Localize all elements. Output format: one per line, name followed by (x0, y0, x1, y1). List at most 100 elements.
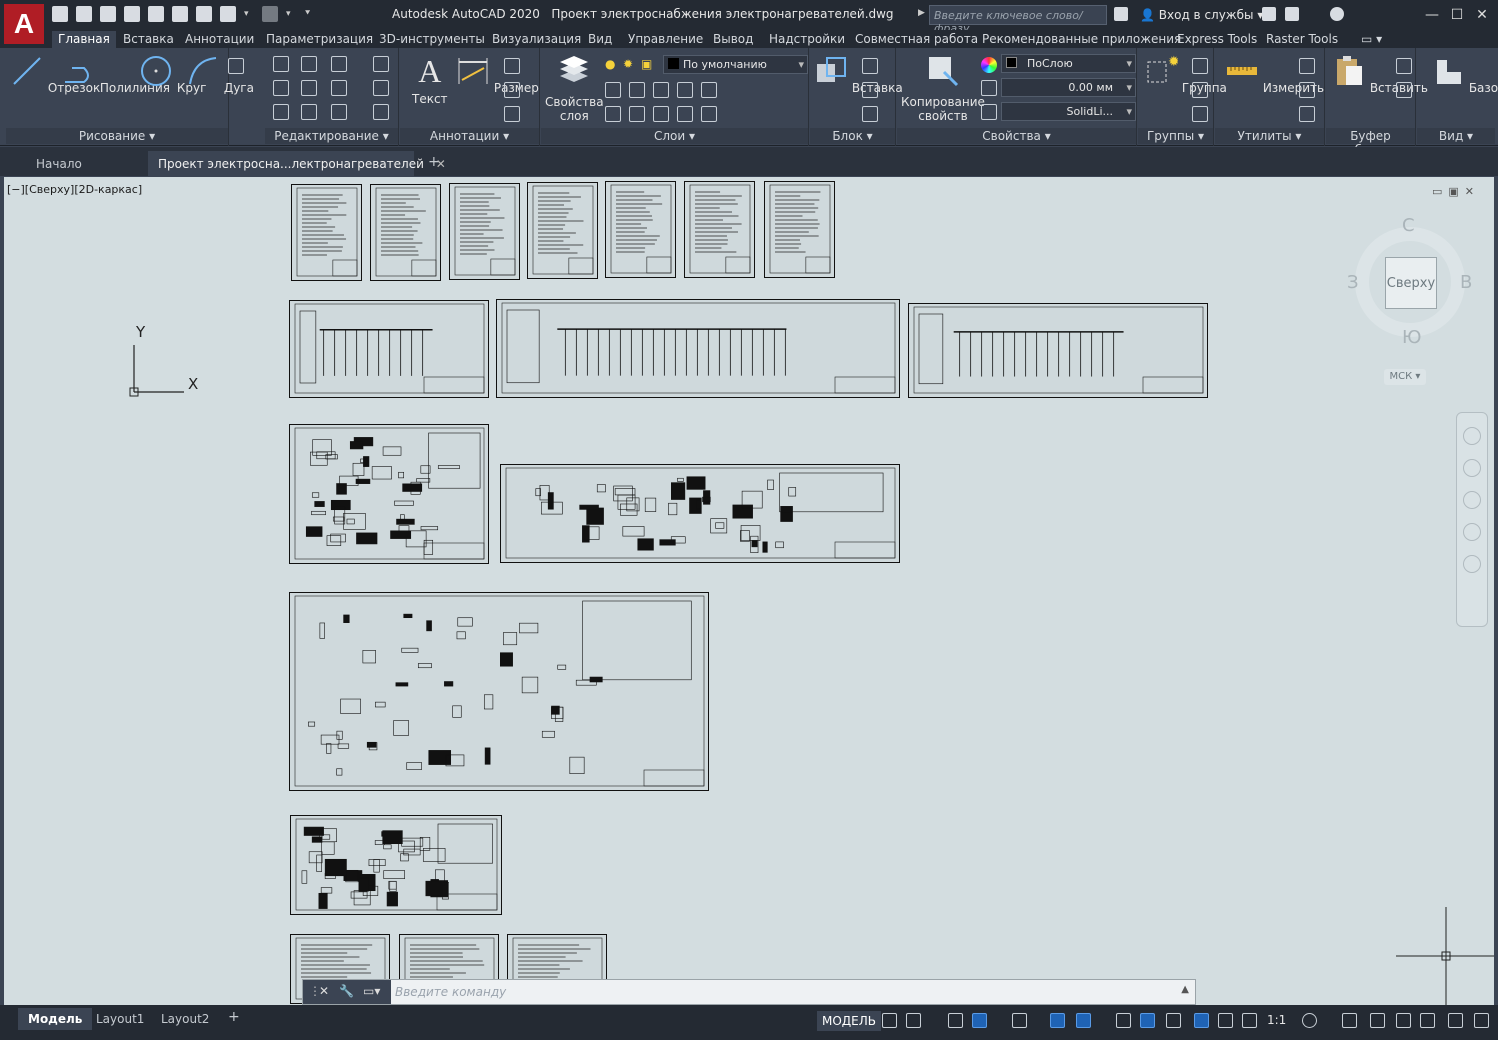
tab-manage[interactable]: Управление (622, 31, 709, 48)
command-input[interactable]: Введите команду (395, 985, 506, 999)
drawing-sheet-text-3[interactable] (449, 183, 520, 280)
rectangle-icon[interactable] (228, 58, 244, 74)
stretch-icon[interactable] (273, 104, 289, 120)
save-icon[interactable] (100, 6, 116, 22)
isodraft-icon[interactable] (1012, 1013, 1027, 1028)
array-icon[interactable] (331, 104, 347, 120)
panel-modify-title[interactable]: Редактирование ▾ (265, 128, 398, 144)
snap-icon[interactable] (906, 1013, 921, 1028)
panel-draw-title[interactable]: Рисование ▾ (6, 128, 228, 144)
redo-dropdown-icon[interactable]: ▾ (286, 6, 296, 22)
drawing-sheet-schematic-2[interactable] (496, 299, 900, 398)
panel-block-title[interactable]: Блок ▾ (810, 128, 895, 144)
steering-wheel-icon[interactable] (1463, 427, 1481, 445)
drawing-sheet-text-6[interactable] (684, 181, 755, 278)
drawing-sheet-plan-3[interactable] (290, 815, 502, 915)
signin-button[interactable]: 👤 Вход в службы ▾ (1140, 8, 1263, 22)
move-icon[interactable] (273, 56, 289, 72)
new-file-icon[interactable] (52, 6, 68, 22)
lightbulb-icon[interactable]: ● (605, 57, 621, 73)
rotate-icon[interactable] (301, 56, 317, 72)
model-space-toggle[interactable]: МОДЕЛЬ (817, 1011, 882, 1031)
new-tab-icon[interactable]: + (418, 151, 450, 176)
create-block-icon[interactable] (862, 58, 878, 74)
recent-commands-icon[interactable]: ▭▾ (363, 984, 380, 998)
layer-state-icon-4[interactable] (677, 82, 693, 98)
group-select-icon[interactable] (1192, 106, 1208, 122)
transparency-icon[interactable] (1140, 1013, 1155, 1028)
undo-dropdown-icon[interactable]: ▾ (244, 6, 254, 22)
drawing-sheet-text-5[interactable] (605, 181, 676, 278)
maximize-icon[interactable]: ☐ (1447, 5, 1467, 25)
tab-view[interactable]: Вид (582, 31, 618, 48)
fillet-icon[interactable] (331, 80, 347, 96)
cart-icon[interactable] (1262, 7, 1276, 21)
wcs-menu[interactable]: МСК ▾ (1384, 369, 1426, 385)
insert-block-button[interactable]: Вставка (814, 54, 903, 95)
tab-annotate[interactable]: Аннотации (179, 31, 260, 48)
viewport-window-controls[interactable]: ▭▣✕ (1432, 185, 1480, 198)
compass-east[interactable]: В (1460, 272, 1472, 293)
current-layer-select[interactable]: По умолчанию (663, 55, 808, 74)
tab-3d-tools[interactable]: 3D-инструменты (373, 31, 491, 48)
drawing-sheet-plan-1[interactable] (289, 424, 489, 564)
customize-qat-icon[interactable]: ⯆ (304, 6, 314, 22)
layer-state-icon-5[interactable] (701, 82, 717, 98)
annotation-monitor-icon[interactable] (1342, 1013, 1357, 1028)
tab-featured-apps[interactable]: Рекомендованные приложения (976, 31, 1187, 48)
tab-addins[interactable]: Надстройки (763, 31, 851, 48)
scale-icon[interactable] (301, 104, 317, 120)
close-icon[interactable]: ✕ (1472, 5, 1492, 25)
drawing-sheet-text-2[interactable] (370, 184, 441, 281)
ribbon-display-toggle-icon[interactable]: ▭ ▾ (1355, 31, 1388, 48)
drawing-sheet-text-1[interactable] (291, 184, 362, 281)
sun-icon[interactable]: ✹ (623, 57, 639, 73)
save-as-icon[interactable] (124, 6, 140, 22)
panel-utilities-title[interactable]: Утилиты ▾ (1215, 128, 1324, 144)
quick-select-icon[interactable] (1299, 58, 1315, 74)
tab-insert[interactable]: Вставка (117, 31, 180, 48)
save-web-icon[interactable] (172, 6, 188, 22)
autodesk-app-icon[interactable] (1285, 7, 1299, 21)
tab-active-drawing[interactable]: Проект электросна...лектронагревателей ✕ (148, 151, 446, 176)
command-line-close-icon[interactable]: ✕ (319, 984, 329, 998)
erase-icon[interactable] (373, 56, 389, 72)
copy-icon[interactable] (273, 80, 289, 96)
edit-attributes-icon[interactable] (862, 106, 878, 122)
dimension-button[interactable]: Размер (456, 54, 539, 95)
panel-layers-title[interactable]: Слои ▾ (541, 128, 808, 144)
annotation-scale-icon[interactable] (1242, 1013, 1257, 1028)
lineweight-select[interactable]: 0.00 мм (1001, 78, 1136, 97)
drawing-canvas[interactable]: [−][Сверху][2D-каркас] Y X ▭▣✕ Сверху С … (4, 177, 1494, 1005)
polar-tracking-icon[interactable] (972, 1013, 987, 1028)
group-edit-icon[interactable] (1192, 82, 1208, 98)
quick-properties-icon[interactable] (1396, 1013, 1411, 1028)
copy-clip-icon[interactable] (1396, 82, 1412, 98)
explode-icon[interactable] (373, 80, 389, 96)
compass-south[interactable]: Ю (1402, 327, 1421, 348)
linetype-icon[interactable] (981, 104, 997, 120)
edit-block-icon[interactable] (862, 82, 878, 98)
showmotion-icon[interactable] (1463, 555, 1481, 573)
panel-groups-title[interactable]: Группы ▾ (1138, 128, 1213, 144)
workspace-gear-icon[interactable] (1302, 1013, 1317, 1028)
customization-menu-icon[interactable] (1474, 1013, 1489, 1028)
grid-icon[interactable] (882, 1013, 897, 1028)
mirror-icon[interactable] (301, 80, 317, 96)
layer-state-icon-1[interactable] (605, 82, 621, 98)
drawing-sheet-plan-2[interactable] (289, 592, 709, 791)
orbit-icon[interactable] (1463, 523, 1481, 541)
redo-icon[interactable] (262, 6, 278, 22)
panel-annotation-title[interactable]: Аннотации ▾ (400, 128, 539, 144)
drawing-sheet-equipment-1[interactable] (500, 464, 900, 563)
open-file-icon[interactable] (76, 6, 92, 22)
lineweight-icon[interactable] (981, 80, 997, 96)
compass-north[interactable]: С (1402, 215, 1415, 236)
command-history-icon[interactable]: ▲ (1181, 984, 1189, 995)
lineweight-display-icon[interactable] (1116, 1013, 1131, 1028)
text-button[interactable]: A Текст (412, 54, 448, 106)
tab-home[interactable]: Главная (52, 31, 116, 48)
application-menu-button[interactable]: A (4, 4, 44, 44)
layer-state-icon-7[interactable] (629, 106, 645, 122)
search-expand-icon[interactable]: ▶ (918, 8, 925, 18)
